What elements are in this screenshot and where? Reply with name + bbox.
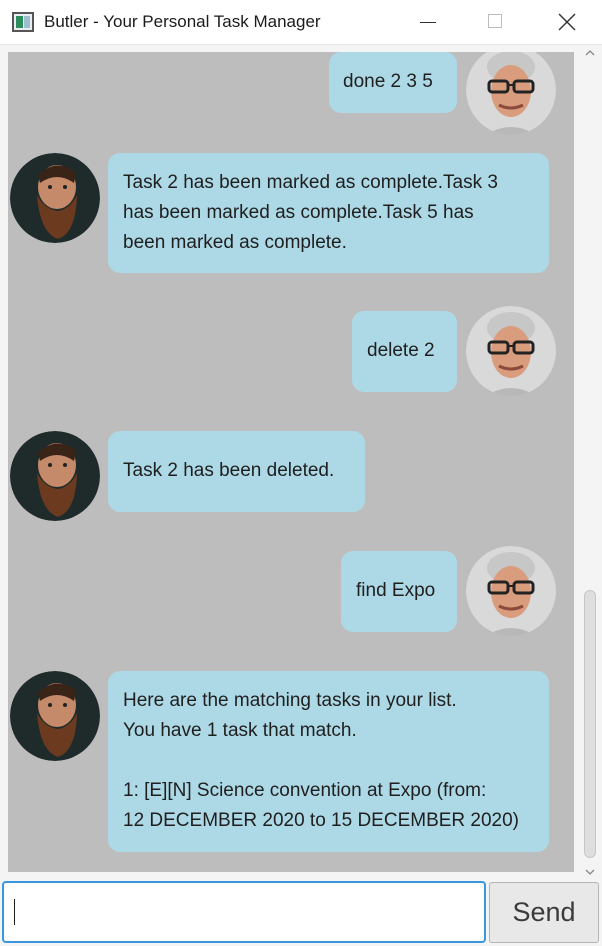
close-button[interactable] (536, 0, 596, 45)
message-bubble: Here are the matching tasks in your list… (108, 671, 549, 852)
message-line: delete 2 (367, 340, 435, 361)
maximize-button[interactable] (466, 0, 526, 45)
text-caret (14, 899, 15, 925)
app-icon (12, 12, 34, 32)
user-avatar (466, 546, 556, 636)
close-icon (558, 13, 576, 31)
message-line: 12 DECEMBER 2020 to 15 DECEMBER 2020) (123, 810, 520, 831)
butler-message: Task 2 has been marked as complete.Task … (8, 153, 574, 273)
title-bar: Butler - Your Personal Task Manager (0, 0, 602, 45)
message-line: find Expo (356, 580, 436, 601)
user-message: find Expo (8, 544, 574, 636)
message-line: done 2 3 5 (343, 71, 433, 92)
minimize-icon (420, 22, 436, 23)
message-bubble: Task 2 has been marked as complete.Task … (108, 153, 549, 273)
user-message: done 2 3 5 (8, 52, 574, 135)
user-avatar (466, 306, 556, 396)
dialog-scroll-pane[interactable]: done 2 3 5 Task 2 has been marked as com… (0, 45, 602, 879)
window-title: Butler - Your Personal Task Manager (44, 12, 321, 31)
scroll-down-icon[interactable] (585, 868, 595, 876)
vertical-scrollbar[interactable] (581, 45, 599, 879)
minimize-button[interactable] (398, 0, 458, 45)
message-line: Task 2 has been marked as complete.Task … (123, 172, 498, 193)
message-line: Task 2 has been deleted. (123, 460, 335, 481)
butler-message: Here are the matching tasks in your list… (8, 671, 574, 853)
message-bubble: done 2 3 5 (329, 52, 457, 113)
dialog-container: done 2 3 5 Task 2 has been marked as com… (8, 52, 574, 872)
message-bubble: find Expo (341, 551, 457, 632)
message-bubble: Task 2 has been deleted. (108, 431, 365, 512)
command-input[interactable] (2, 881, 486, 943)
message-line: Here are the matching tasks in your list… (123, 690, 457, 711)
butler-avatar (10, 431, 100, 521)
send-button[interactable]: Send (489, 882, 599, 943)
input-row: Send (0, 879, 602, 946)
butler-avatar (10, 153, 100, 243)
scroll-up-icon[interactable] (585, 49, 595, 57)
message-line: You have 1 task that match. (123, 720, 357, 741)
butler-message: Task 2 has been deleted. (8, 431, 574, 521)
butler-avatar (10, 671, 100, 761)
message-line: 1: [E][N] Science convention at Expo (fr… (123, 780, 487, 801)
message-line: been marked as complete. (123, 232, 347, 253)
user-message: delete 2 (8, 304, 574, 396)
scroll-thumb[interactable] (584, 590, 596, 858)
maximize-icon (488, 14, 502, 28)
message-line: has been marked as complete.Task 5 has (123, 202, 474, 223)
user-avatar (466, 52, 556, 135)
message-bubble: delete 2 (352, 311, 457, 392)
